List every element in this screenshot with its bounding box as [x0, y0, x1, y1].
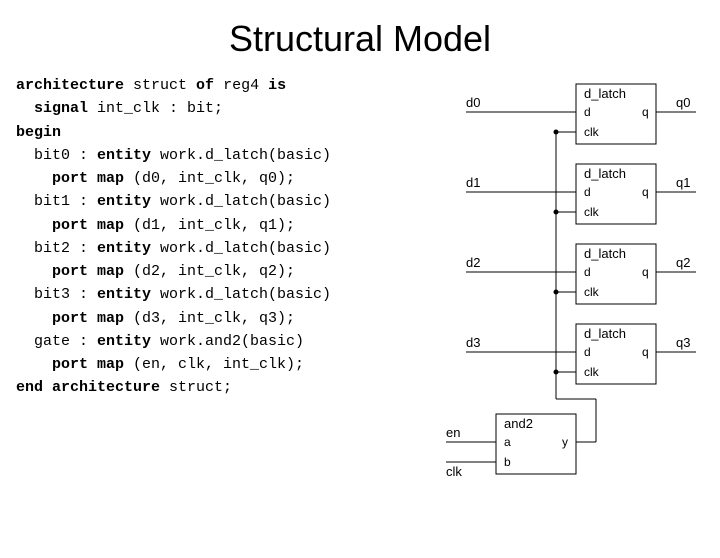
schematic-svg: d_latch d q clk d0 q0 d_latch d q clk d1… [436, 74, 706, 504]
code-text: bit2 : [16, 240, 97, 257]
port-clk: clk [584, 205, 600, 219]
port-a: a [504, 435, 511, 449]
input-d2: d2 [466, 255, 480, 270]
port-d: d [584, 345, 591, 359]
code-text: reg4 [214, 77, 268, 94]
and2-gate: and2 a y b [496, 414, 576, 474]
kw-entity: entity [97, 193, 151, 210]
port-b: b [504, 455, 511, 469]
port-d: d [584, 185, 591, 199]
schematic-diagram: d_latch d q clk d0 q0 d_latch d q clk d1… [436, 74, 706, 504]
port-d: d [584, 265, 591, 279]
latch-label: d_latch [584, 326, 626, 341]
kw-entity: entity [97, 240, 151, 257]
kw-entity: entity [97, 333, 151, 350]
code-block: architecture struct of reg4 is signal in… [16, 74, 436, 504]
latch-label: d_latch [584, 166, 626, 181]
kw-port-map: port map [16, 170, 124, 187]
code-text: (d1, int_clk, q1); [124, 217, 295, 234]
port-q: q [642, 265, 649, 279]
kw-port-map: port map [16, 356, 124, 373]
output-q2: q2 [676, 255, 690, 270]
kw-entity: entity [97, 286, 151, 303]
input-clk: clk [446, 464, 462, 479]
code-text: (d2, int_clk, q2); [124, 263, 295, 280]
latch-label: d_latch [584, 246, 626, 261]
code-text: gate : [16, 333, 97, 350]
port-q: q [642, 105, 649, 119]
code-text: (en, clk, int_clk); [124, 356, 304, 373]
latch-0: d_latch d q clk [576, 84, 656, 144]
code-text: work.and2(basic) [151, 333, 304, 350]
input-en: en [446, 425, 460, 440]
code-text: (d0, int_clk, q0); [124, 170, 295, 187]
code-text: work.d_latch(basic) [151, 286, 331, 303]
code-text: bit3 : [16, 286, 97, 303]
code-text: work.d_latch(basic) [151, 147, 331, 164]
kw-entity: entity [97, 147, 151, 164]
page-title: Structural Model [0, 18, 720, 60]
kw-is: is [268, 77, 286, 94]
output-q0: q0 [676, 95, 690, 110]
latch-3: d_latch d q clk [576, 324, 656, 384]
input-d0: d0 [466, 95, 480, 110]
input-d3: d3 [466, 335, 480, 350]
code-text: work.d_latch(basic) [151, 240, 331, 257]
code-text: struct; [160, 379, 232, 396]
port-y: y [562, 435, 568, 449]
input-d1: d1 [466, 175, 480, 190]
kw-architecture: architecture [16, 77, 124, 94]
port-q: q [642, 185, 649, 199]
code-text: int_clk : bit; [88, 100, 223, 117]
and-label: and2 [504, 416, 533, 431]
kw-signal: signal [16, 100, 88, 117]
code-text: (d3, int_clk, q3); [124, 310, 295, 327]
port-clk: clk [584, 365, 600, 379]
kw-of: of [196, 77, 214, 94]
latch-label: d_latch [584, 86, 626, 101]
kw-begin: begin [16, 124, 61, 141]
kw-port-map: port map [16, 310, 124, 327]
kw-port-map: port map [16, 217, 124, 234]
code-text: struct [124, 77, 196, 94]
port-clk: clk [584, 285, 600, 299]
latch-2: d_latch d q clk [576, 244, 656, 304]
code-text: bit0 : [16, 147, 97, 164]
port-clk: clk [584, 125, 600, 139]
code-text: bit1 : [16, 193, 97, 210]
port-d: d [584, 105, 591, 119]
output-q3: q3 [676, 335, 690, 350]
latch-1: d_latch d q clk [576, 164, 656, 224]
content-row: architecture struct of reg4 is signal in… [0, 74, 720, 504]
port-q: q [642, 345, 649, 359]
code-text: work.d_latch(basic) [151, 193, 331, 210]
kw-end-architecture: end architecture [16, 379, 160, 396]
output-q1: q1 [676, 175, 690, 190]
kw-port-map: port map [16, 263, 124, 280]
